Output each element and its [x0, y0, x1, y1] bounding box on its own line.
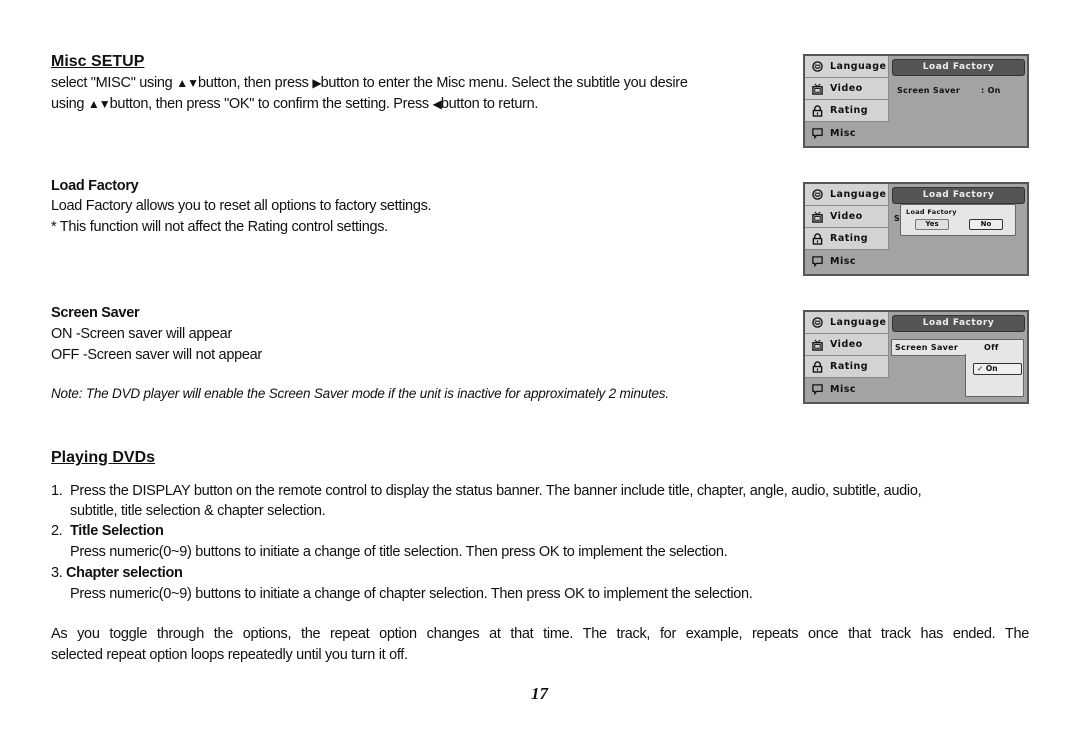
- osd-no-button[interactable]: No: [969, 219, 1003, 230]
- misc-setup-line-1: select "MISC" using ▲▼button, then press…: [51, 75, 688, 91]
- page-number: 17: [531, 684, 548, 703]
- up-down-arrow-icon: ▲▼: [176, 76, 199, 90]
- osd-screen-saver-value: : On: [981, 86, 1001, 95]
- item-1-number: 1.: [51, 483, 63, 499]
- screen-saver-note: Note: The DVD player will enable the Scr…: [51, 386, 669, 401]
- face-icon: [811, 61, 823, 73]
- osd-confirm-dialog: Load Factory Yes No: [900, 204, 1016, 236]
- osd-panel-load-factory: Language Video Rating Misc Load Factory …: [803, 182, 1029, 276]
- speech-bubble-icon: [811, 255, 823, 267]
- speech-bubble-icon: [811, 383, 823, 395]
- item-3-number: 3.: [51, 565, 63, 581]
- osd-menu-item-video: Video: [805, 78, 889, 100]
- osd-title-bar: Load Factory: [892, 187, 1025, 204]
- up-down-arrow-icon: ▲▼: [87, 97, 111, 111]
- item-2-title: Title Selection: [70, 523, 164, 539]
- item-2-text: Press numeric(0~9) buttons to initiate a…: [70, 544, 728, 560]
- osd-menu-item-rating: Rating: [805, 356, 889, 378]
- osd-dialog-title: Load Factory: [906, 208, 957, 216]
- load-factory-heading: Load Factory: [51, 178, 139, 194]
- item-2-number: 2.: [51, 523, 63, 539]
- osd-title-bar: Load Factory: [892, 59, 1025, 76]
- lock-icon: [811, 104, 823, 117]
- osd-menu-item-video: Video: [805, 334, 889, 356]
- item-1-line-2: subtitle, title selection & chapter sele…: [70, 503, 326, 519]
- screen-saver-off-desc: OFF -Screen saver will not appear: [51, 347, 262, 363]
- osd-menu-item-rating: Rating: [805, 100, 889, 122]
- osd-title-bar: Load Factory: [892, 315, 1025, 332]
- lock-icon: [811, 360, 823, 373]
- misc-setup-heading: Misc SETUP: [51, 53, 145, 70]
- osd-menu-item-video: Video: [805, 206, 889, 228]
- right-arrow-icon: ▶: [312, 76, 321, 90]
- repeat-para-line-1: As you toggle through the options, the r…: [51, 626, 1029, 642]
- misc-setup-line-2: using ▲▼button, then press "OK" to confi…: [51, 96, 539, 112]
- item-3-title: Chapter selection: [66, 565, 183, 581]
- item-1-line-1: Press the DISPLAY button on the remote c…: [70, 483, 922, 499]
- left-arrow-icon: ◀: [432, 97, 442, 111]
- osd-menu-item-language: Language: [805, 56, 889, 78]
- lock-icon: [811, 232, 823, 245]
- osd-menu-item-misc: Misc: [805, 378, 889, 400]
- tv-icon: [811, 339, 823, 351]
- osd-menu: Language Video Rating Misc: [805, 56, 889, 144]
- speech-bubble-icon: [811, 127, 823, 139]
- osd-option-off[interactable]: Off: [984, 343, 999, 352]
- osd-screen-saver-label: Screen Saver: [895, 343, 959, 352]
- osd-yes-button[interactable]: Yes: [915, 219, 949, 230]
- playing-dvds-heading: Playing DVDs: [51, 449, 156, 466]
- screen-saver-heading: Screen Saver: [51, 305, 140, 321]
- osd-panel-misc-menu: Language Video Rating Misc Load Factory …: [803, 54, 1029, 148]
- osd-menu-item-language: Language: [805, 184, 889, 206]
- osd-menu-item-misc: Misc: [805, 250, 889, 272]
- load-factory-desc: Load Factory allows you to reset all opt…: [51, 198, 432, 214]
- osd-divider: [965, 354, 966, 396]
- face-icon: [811, 317, 823, 329]
- osd-menu: Language Video Rating Misc: [805, 184, 889, 272]
- screen-saver-on-desc: ON -Screen saver will appear: [51, 326, 232, 342]
- repeat-para-line-2: selected repeat option loops repeatedly …: [51, 647, 408, 663]
- osd-menu-item-language: Language: [805, 312, 889, 334]
- osd-menu-item-misc: Misc: [805, 122, 889, 144]
- face-icon: [811, 189, 823, 201]
- tv-icon: [811, 211, 823, 223]
- osd-screen-saver-label: Screen Saver: [897, 86, 961, 95]
- osd-option-on-selected[interactable]: ✓ On: [973, 363, 1022, 375]
- osd-menu-item-rating: Rating: [805, 228, 889, 250]
- osd-menu: Language Video Rating Misc: [805, 312, 889, 400]
- osd-panel-screen-saver: Language Video Rating Misc Load Factory …: [803, 310, 1029, 404]
- item-3-text: Press numeric(0~9) buttons to initiate a…: [70, 586, 753, 602]
- load-factory-note: * This function will not affect the Rati…: [51, 219, 388, 235]
- tv-icon: [811, 83, 823, 95]
